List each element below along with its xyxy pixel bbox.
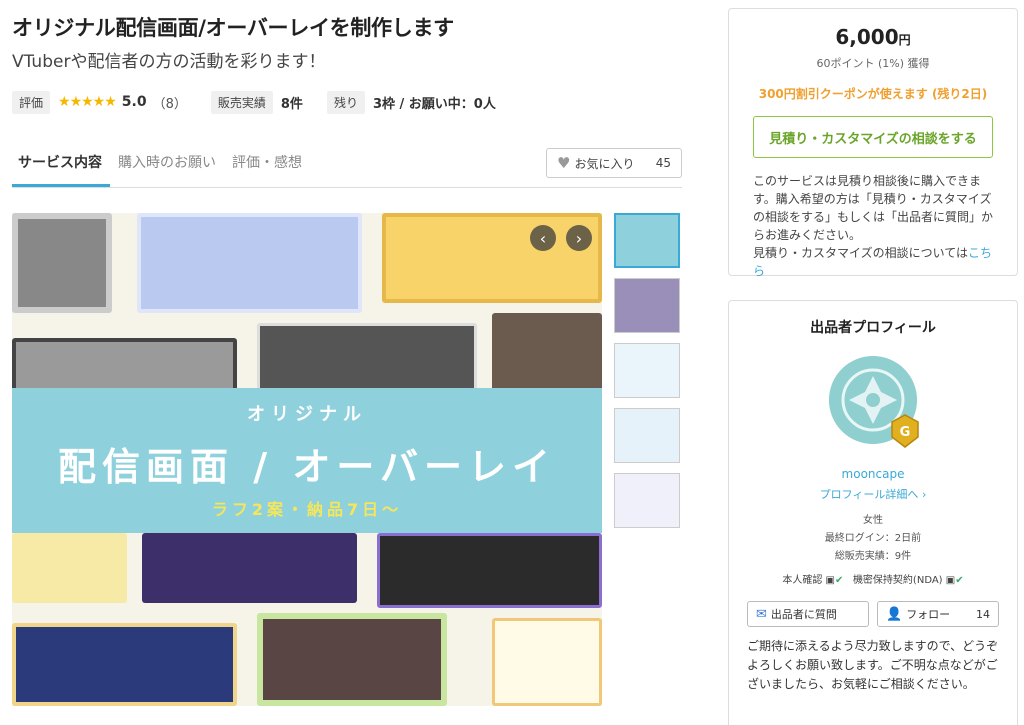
service-meta: 評価 ★★★★★ 5.0 （8） 販売実績 8件 残り 3枠 / お願い中：0人: [12, 90, 682, 114]
favorite-label: お気に入り: [574, 156, 635, 171]
rating-value: 5.0: [121, 94, 147, 110]
sample-card: [142, 533, 357, 603]
consult-button[interactable]: 見積り・カスタマイズの相談をする: [753, 116, 993, 158]
sample-card: [257, 323, 477, 398]
price-currency: 円: [898, 33, 911, 47]
profile-heading: 出品者プロフィール: [810, 320, 936, 336]
consult-info-text: 見積り・カスタマイズの相談については: [753, 246, 969, 260]
thumbnail[interactable]: [614, 213, 680, 268]
sample-card: [492, 313, 602, 398]
tab-service-content[interactable]: サービス内容: [12, 138, 110, 187]
rating-label: 評価: [12, 90, 51, 114]
consult-info: 見積り・カスタマイズの相談についてはこちら: [753, 244, 993, 280]
service-main: オリジナル配信画面/オーバーレイを制作します VTuberや配信者の方の活動を彩…: [12, 10, 682, 188]
banner-title: 配信画面 / オーバーレイ: [58, 445, 556, 489]
identity-label: 本人確認: [782, 575, 823, 586]
purchase-description: このサービスは見積り相談後に購入できます。購入希望の方は「見積り・カスタマイズの…: [753, 172, 993, 280]
remain-value: 3枠 / お願い中：0人: [372, 96, 496, 112]
tab-reviews[interactable]: 評価・感想: [224, 138, 310, 187]
gallery-prev-button[interactable]: ‹: [530, 225, 556, 251]
rating-count-link[interactable]: （8）: [153, 93, 187, 112]
seller-username[interactable]: mooncape: [729, 467, 1017, 481]
hero-banner: オリジナル 配信画面 / オーバーレイ ラフ2案・納品7日〜: [12, 388, 602, 533]
service-subtitle: VTuberや配信者の方の活動を彩ります！: [12, 52, 326, 72]
seller-total-sales: 総販売実績：9件: [834, 551, 912, 562]
nda-icon: ▣: [945, 575, 956, 586]
sample-card: [382, 213, 602, 303]
ask-seller-button[interactable]: ✉ 出品者に質問: [747, 601, 869, 627]
verification-row: 本人確認 ▣✔ 機密保持契約(NDA) ▣✔: [729, 571, 1017, 586]
thumbnail-list: [614, 213, 680, 538]
tab-purchase-request[interactable]: 購入時のお願い: [110, 138, 224, 187]
purchase-panel: 6,000円 60ポイント (1%) 獲得 300円割引クーポンが使えます (残…: [728, 8, 1018, 278]
thumbnail[interactable]: [614, 278, 680, 333]
profile-detail-link[interactable]: プロフィール詳細へ ›: [729, 486, 1017, 502]
follow-button[interactable]: 👤 フォロー 14: [877, 601, 999, 627]
remain-label: 残り: [326, 90, 365, 114]
banner-note: ラフ2案・納品7日〜: [211, 500, 403, 519]
sales-value: 8件: [280, 96, 303, 112]
profile-actions: ✉ 出品者に質問 👤 フォロー 14: [747, 601, 999, 627]
favorite-count: 45: [655, 156, 671, 170]
sample-card: [137, 213, 362, 313]
thumbnail[interactable]: [614, 473, 680, 528]
thumbnail[interactable]: [614, 408, 680, 463]
nda-label: 機密保持契約(NDA): [852, 575, 943, 586]
seller-message: ご期待に添えるよう尽力致しますので、どうぞよろしくお願い致します。ご不明な点など…: [747, 639, 999, 691]
sales-label: 販売実績: [210, 90, 273, 114]
gallery-next-button[interactable]: ›: [566, 225, 592, 251]
chevron-right-icon: ›: [921, 488, 927, 501]
purchase-note: このサービスは見積り相談後に購入できます。購入希望の方は「見積り・カスタマイズの…: [753, 174, 994, 242]
nda-check-icon: ✔: [955, 575, 964, 586]
gold-rank-badge-icon: G: [891, 414, 919, 448]
sample-card: [492, 618, 602, 706]
id-card-icon: ▣: [825, 575, 835, 586]
thumbnail[interactable]: [614, 343, 680, 398]
seller-gender: 女性: [863, 515, 883, 526]
follow-count: 14: [976, 607, 990, 621]
sample-card: [257, 613, 447, 706]
banner-subtitle: オリジナル: [247, 404, 367, 425]
user-plus-icon: 👤: [886, 606, 903, 622]
seller-last-login: 最終ログイン：2日前: [824, 533, 922, 544]
service-title: オリジナル配信画面/オーバーレイを制作します: [12, 16, 454, 40]
svg-text:G: G: [900, 425, 911, 440]
price: 6,000円: [753, 25, 993, 49]
sample-card: [377, 533, 602, 608]
identity-check-icon: ✔: [835, 575, 844, 586]
sample-card: [12, 533, 127, 603]
ask-seller-label: 出品者に質問: [770, 608, 837, 621]
points-text: 60ポイント (1%) 獲得: [816, 57, 930, 70]
profile-detail-text: プロフィール詳細へ: [819, 488, 919, 501]
coupon-text: 300円割引クーポンが使えます (残り2日): [758, 87, 988, 101]
favorite-button[interactable]: ♥ お気に入り 45: [546, 148, 682, 178]
heart-icon: ♥: [557, 154, 571, 172]
seller-profile-panel: 出品者プロフィール G mooncape プロフィール詳細へ › 女性 最終ログ…: [728, 300, 1018, 725]
main-gallery-image[interactable]: オリジナル 配信画面 / オーバーレイ ラフ2案・納品7日〜: [12, 213, 602, 706]
sample-card: [12, 213, 112, 313]
price-value: 6,000: [835, 25, 899, 49]
follow-label: フォロー: [906, 608, 951, 621]
envelope-icon: ✉: [756, 606, 767, 622]
star-rating-icon: ★★★★★: [58, 94, 117, 110]
sample-card: [12, 623, 237, 706]
content-tabs: サービス内容 購入時のお願い 評価・感想 ♥ お気に入り 45: [12, 138, 682, 188]
